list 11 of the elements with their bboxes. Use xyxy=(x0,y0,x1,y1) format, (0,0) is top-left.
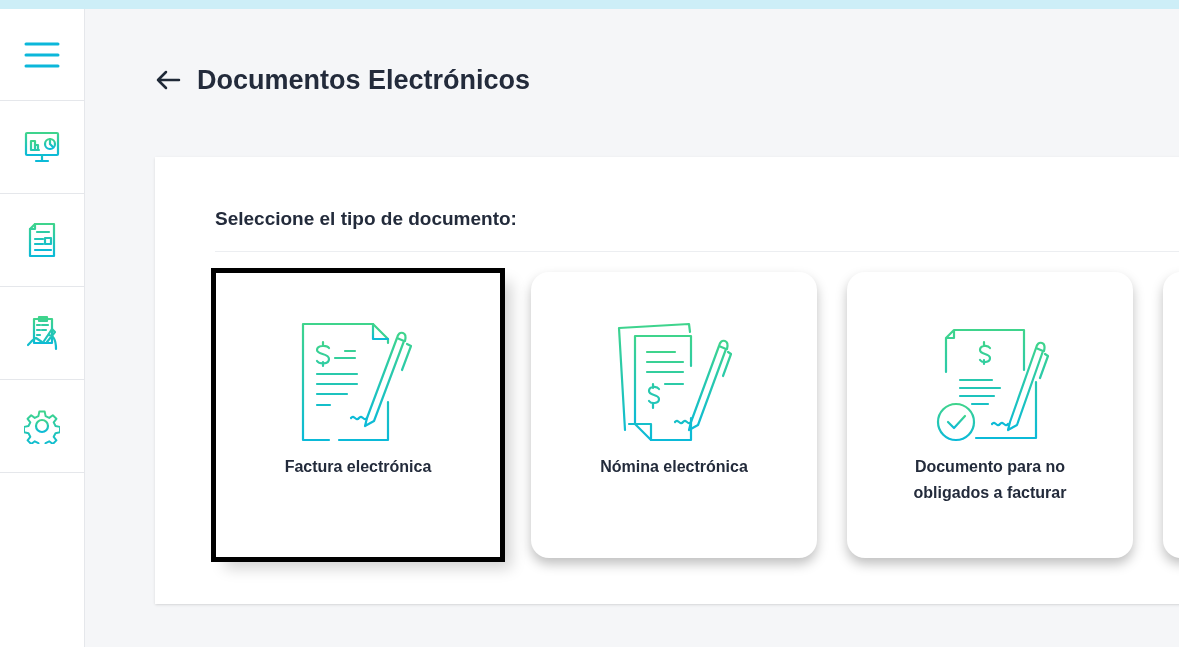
section-heading: Seleccione el tipo de documento: xyxy=(215,207,518,231)
document-type-card[interactable]: Nómina electrónica xyxy=(531,272,817,558)
settings-icon[interactable] xyxy=(24,408,60,444)
back-arrow-icon[interactable] xyxy=(155,69,181,91)
document-icon[interactable] xyxy=(27,222,57,258)
monitor-chart-icon[interactable] xyxy=(24,130,60,164)
documents-pen-icon xyxy=(615,322,733,442)
menu-icon[interactable] xyxy=(24,40,60,69)
page-title: Documentos Electrónicos xyxy=(197,63,531,97)
document-type-card[interactable]: Documento para no obligados a facturar xyxy=(847,272,1133,558)
clipboard-hand-icon[interactable] xyxy=(24,315,60,351)
